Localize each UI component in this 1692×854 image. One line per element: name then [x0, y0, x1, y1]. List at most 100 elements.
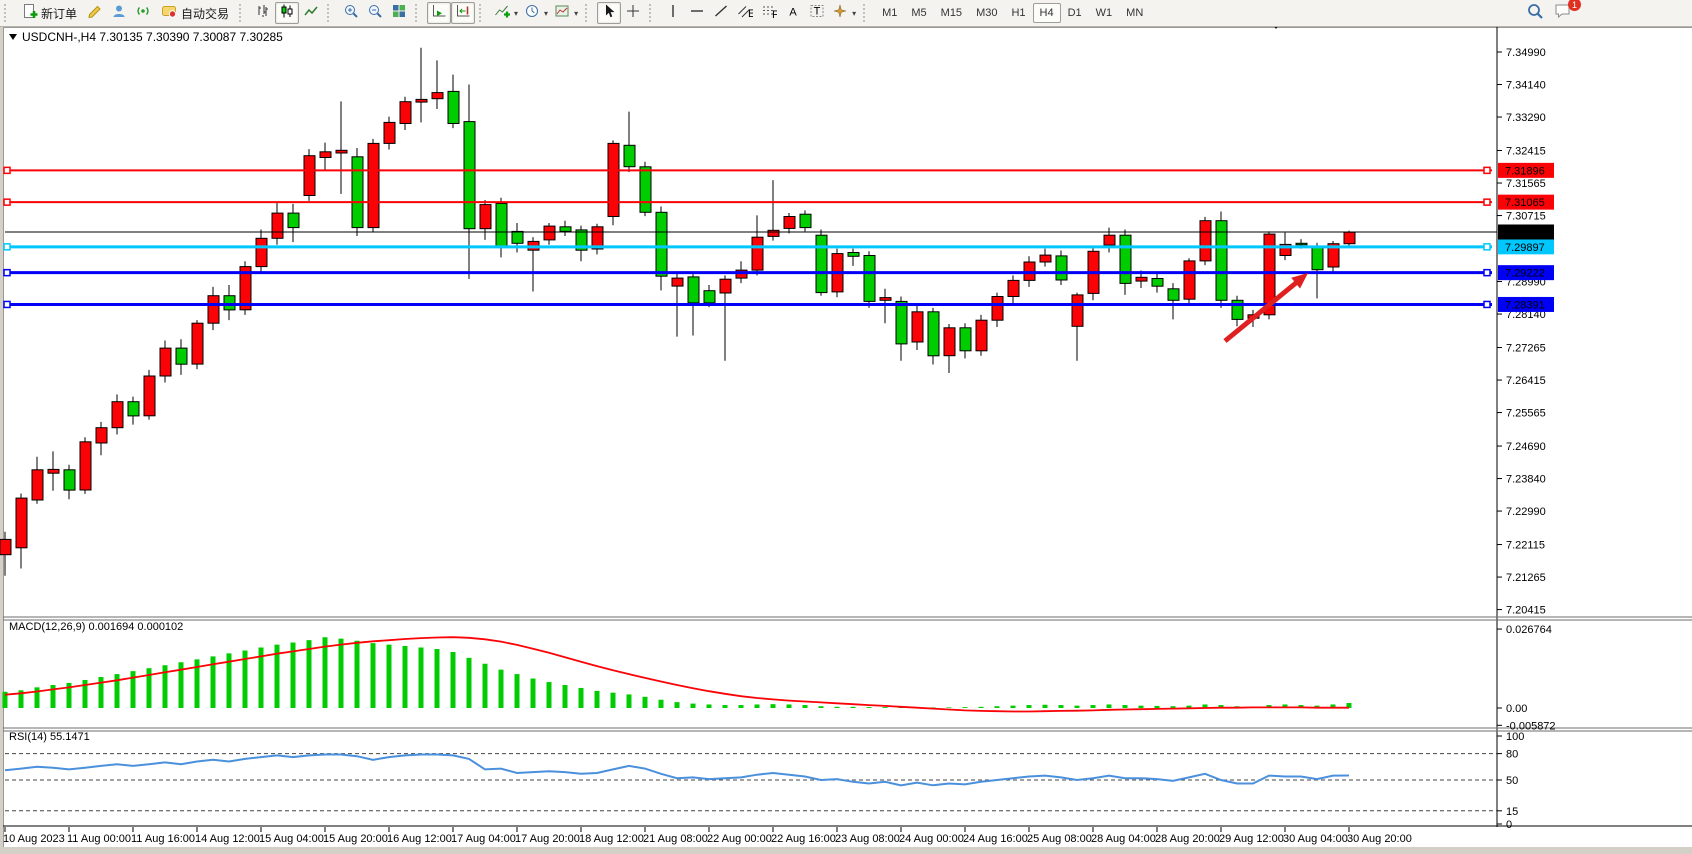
chevron-down-icon: ▾ — [852, 9, 856, 18]
equidistant-channel-tool-button[interactable]: E — [733, 2, 757, 24]
svg-text:24 Aug 16:00: 24 Aug 16:00 — [963, 833, 1028, 845]
text-label-icon: T — [809, 3, 825, 24]
rsi-indicator-label: RSI(14) 55.1471 — [9, 731, 90, 743]
indicators-menu-button[interactable]: ▾ — [491, 2, 521, 24]
auto-scroll-button[interactable] — [427, 2, 451, 24]
svg-text:17 Aug 04:00: 17 Aug 04:00 — [451, 833, 516, 845]
svg-text:7.31896: 7.31896 — [1505, 165, 1545, 177]
svg-text:A: A — [789, 6, 797, 18]
fibonacci-icon: F — [761, 3, 777, 24]
fibonacci-tool-button[interactable]: F — [757, 2, 781, 24]
timeframe-w1[interactable]: W1 — [1089, 3, 1120, 23]
svg-text:22 Aug 00:00: 22 Aug 00:00 — [707, 833, 772, 845]
template-icon — [554, 3, 570, 24]
signals-button[interactable] — [131, 2, 155, 24]
main-toolbar: 新订单 自动交易 — [0, 0, 1692, 27]
vertical-line-tool-button[interactable] — [661, 2, 685, 24]
horizontal-line-tool-button[interactable] — [685, 2, 709, 24]
autotrading-button[interactable]: 自动交易 — [155, 2, 235, 24]
channel-icon: E — [737, 3, 753, 24]
svg-text:24 Aug 00:00: 24 Aug 00:00 — [899, 833, 964, 845]
svg-text:7.20415: 7.20415 — [1506, 605, 1546, 617]
zoom-out-button[interactable] — [363, 2, 387, 24]
svg-text:7.30285: 7.30285 — [1505, 227, 1545, 239]
svg-text:7.22115: 7.22115 — [1506, 540, 1545, 552]
svg-text:7.25565: 7.25565 — [1506, 408, 1546, 420]
timeframe-d1[interactable]: D1 — [1061, 3, 1089, 23]
line-chart-button[interactable] — [299, 2, 323, 24]
vertical-line-icon — [665, 3, 681, 24]
chart-canvas[interactable]: 7.349907.341407.332907.324157.315657.307… — [0, 0, 1692, 854]
templates-menu-button[interactable]: ▾ — [551, 2, 581, 24]
notification-badge: 1 — [1568, 0, 1581, 11]
new-order-button[interactable]: 新订单 — [16, 2, 83, 24]
svg-text:7.34990: 7.34990 — [1506, 47, 1546, 59]
timeframe-m1[interactable]: M1 — [875, 3, 904, 23]
timeframe-h1[interactable]: H1 — [1004, 3, 1032, 23]
search-icon[interactable] — [1526, 2, 1544, 25]
clock-icon — [524, 3, 540, 24]
svg-text:7.34140: 7.34140 — [1506, 80, 1546, 92]
metaeditor-button[interactable] — [83, 2, 107, 24]
svg-text:25 Aug 08:00: 25 Aug 08:00 — [1027, 833, 1092, 845]
toolbar-grip — [4, 4, 13, 22]
timeframe-m30[interactable]: M30 — [969, 3, 1004, 23]
candlestick-chart-button[interactable] — [275, 2, 299, 24]
tile-windows-button[interactable] — [387, 2, 411, 24]
svg-text:0.00: 0.00 — [1506, 703, 1527, 715]
community-button[interactable] — [107, 2, 131, 24]
svg-text:28 Aug 20:00: 28 Aug 20:00 — [1155, 833, 1220, 845]
periods-menu-button[interactable]: ▾ — [521, 2, 551, 24]
svg-text:23 Aug 08:00: 23 Aug 08:00 — [835, 833, 900, 845]
chevron-down-icon: ▾ — [574, 9, 578, 18]
crosshair-icon — [625, 3, 641, 24]
toolbar-grip — [649, 4, 658, 22]
svg-text:30 Aug 20:00: 30 Aug 20:00 — [1347, 833, 1412, 845]
svg-text:7.31565: 7.31565 — [1506, 178, 1546, 190]
svg-text:15 Aug 20:00: 15 Aug 20:00 — [323, 833, 388, 845]
svg-text:7.29222: 7.29222 — [1505, 268, 1545, 280]
horizontal-line-icon — [689, 3, 705, 24]
person-icon — [111, 3, 127, 24]
svg-text:29 Aug 12:00: 29 Aug 12:00 — [1219, 833, 1284, 845]
line-chart-icon — [303, 3, 319, 24]
timeframe-m5[interactable]: M5 — [904, 3, 933, 23]
text-label-tool-button[interactable]: T — [805, 2, 829, 24]
chart-corner-marker-icon[interactable] — [1272, 29, 1280, 47]
cursor-button[interactable] — [597, 2, 621, 24]
svg-text:7.26415: 7.26415 — [1506, 375, 1546, 387]
chart-collapse-icon[interactable] — [9, 34, 17, 40]
new-order-icon — [22, 3, 38, 24]
signal-waves-icon — [135, 3, 151, 24]
chevron-down-icon: ▾ — [514, 9, 518, 18]
zoom-out-icon — [367, 3, 383, 24]
indicators-icon — [494, 3, 510, 24]
new-order-label: 新订单 — [41, 5, 77, 22]
arrows-tool-button[interactable]: ▾ — [829, 2, 859, 24]
chat-button[interactable]: 1 — [1554, 2, 1574, 25]
macd-indicator-label: MACD(12,26,9) 0.001694 0.000102 — [9, 621, 183, 633]
cursor-icon — [601, 3, 617, 24]
svg-text:7.30715: 7.30715 — [1506, 211, 1546, 223]
timeframe-mn[interactable]: MN — [1119, 3, 1150, 23]
zoom-in-button[interactable] — [339, 2, 363, 24]
timeframe-m15[interactable]: M15 — [934, 3, 969, 23]
svg-text:7.23840: 7.23840 — [1506, 474, 1546, 486]
text-tool-button[interactable]: A — [781, 2, 805, 24]
toolbar-grip — [479, 4, 488, 22]
svg-text:7.27265: 7.27265 — [1506, 343, 1546, 355]
svg-text:18 Aug 12:00: 18 Aug 12:00 — [579, 833, 644, 845]
toolbar-grip — [863, 4, 872, 22]
svg-text:11 Aug 00:00: 11 Aug 00:00 — [67, 833, 131, 845]
bar-chart-button[interactable] — [251, 2, 275, 24]
crosshair-button[interactable] — [621, 2, 645, 24]
chart-shift-button[interactable] — [451, 2, 475, 24]
tile-windows-icon — [391, 3, 407, 24]
trendline-tool-button[interactable] — [709, 2, 733, 24]
chart-title-row: USDCNH-,H4 7.30135 7.30390 7.30087 7.302… — [9, 30, 283, 44]
svg-text:11 Aug 16:00: 11 Aug 16:00 — [131, 833, 195, 845]
svg-text:16 Aug 12:00: 16 Aug 12:00 — [387, 833, 452, 845]
svg-text:F: F — [772, 9, 777, 19]
chart-title: USDCNH-,H4 7.30135 7.30390 7.30087 7.302… — [22, 30, 283, 44]
timeframe-h4[interactable]: H4 — [1033, 3, 1061, 23]
